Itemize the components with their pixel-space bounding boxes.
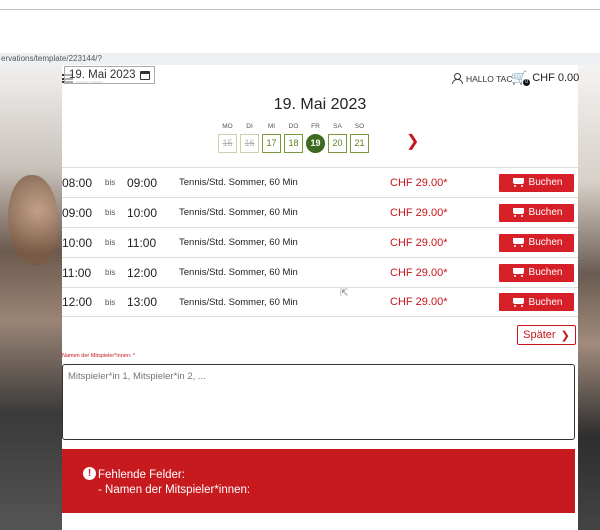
cart-icon <box>511 237 525 248</box>
slot-row: 11:00 bis 12:00 Tennis/Std. Sommer, 60 M… <box>62 257 578 287</box>
book-button[interactable]: Buchen <box>499 203 574 222</box>
slot-bis: bis <box>105 268 116 277</box>
slot-bis: bis <box>105 297 116 307</box>
later-button-label: Später <box>523 329 556 341</box>
slot-end: 11:00 <box>127 235 157 250</box>
date-picker-button[interactable]: 19. Mai 2023 <box>64 66 155 84</box>
day-fr: FR 19 <box>306 122 325 153</box>
slot-price: CHF 29.00* <box>390 176 448 189</box>
date-picker-label: 19. Mai 2023 <box>69 69 136 81</box>
book-button-label: Buchen <box>528 267 563 278</box>
slot-end: 12:00 <box>127 265 158 280</box>
url-bar[interactable]: ervations/template/223144/? <box>0 53 600 65</box>
day-selector: MO 15 DI 16 MI 17 DO 18 FR 19 SA 20 SO 2… <box>218 122 369 153</box>
day-button-selected[interactable]: 19 <box>306 134 325 153</box>
book-button-label: Buchen <box>528 237 563 248</box>
book-button-label: Buchen <box>528 296 563 308</box>
slot-end: 10:00 <box>127 205 158 220</box>
day-di: DI 16 <box>240 122 259 153</box>
slot-start: 11:00 <box>62 265 92 280</box>
exclamation-icon: ! <box>83 467 96 480</box>
day-button[interactable]: 15 <box>218 134 237 153</box>
cart-icon: 🛒 0 <box>511 71 531 86</box>
background-photo-left <box>0 65 62 530</box>
book-button[interactable]: Buchen <box>499 233 574 252</box>
later-button[interactable]: Später ❯ <box>517 325 576 345</box>
slot-price: CHF 29.00* <box>390 236 448 249</box>
slot-price: CHF 29.00* <box>390 266 448 279</box>
slot-start: 09:00 <box>62 205 93 220</box>
players-input[interactable] <box>62 364 575 440</box>
book-button[interactable]: Buchen <box>499 293 574 311</box>
user-name: HALLO TAC <box>466 73 513 84</box>
cart-total: CHF 0.00 <box>532 72 580 84</box>
day-sa: SA 20 <box>328 122 347 153</box>
slot-bis: bis <box>105 208 116 217</box>
day-label: DI <box>246 123 253 130</box>
book-button-label: Buchen <box>528 207 563 218</box>
alert-detail: - Namen der Mitspieler*innen: <box>98 484 251 496</box>
user-menu[interactable]: HALLO TAC <box>451 73 512 84</box>
cart-icon <box>511 177 525 188</box>
book-button[interactable]: Buchen <box>499 263 574 282</box>
day-button[interactable]: 18 <box>284 134 303 153</box>
day-label: FR <box>311 123 320 130</box>
slot-end: 09:00 <box>127 175 158 190</box>
slot-price: CHF 29.00* <box>390 206 448 219</box>
chevron-right-icon: ❯ <box>560 329 570 342</box>
players-field-label: Namen der Mitspieler*innen: * <box>62 353 136 359</box>
day-button[interactable]: 17 <box>262 134 281 153</box>
slot-bis: bis <box>105 238 116 247</box>
page-title: 19. Mai 2023 <box>273 96 367 113</box>
slot-list: 08:00 bis 09:00 Tennis/Std. Sommer, 60 M… <box>62 167 578 317</box>
slot-price: CHF 29.00* <box>390 296 448 308</box>
cart-button[interactable]: 🛒 0 CHF 0.00 <box>511 71 580 86</box>
slot-description: Tennis/Std. Sommer, 60 Min <box>179 237 298 248</box>
mouse-cursor-icon: ⇱ <box>340 288 349 299</box>
user-icon <box>451 73 463 84</box>
background-photo-right <box>578 65 600 530</box>
cart-count-badge: 0 <box>523 79 531 86</box>
day-label: SA <box>333 123 342 130</box>
calendar-icon <box>139 70 150 80</box>
day-label: MI <box>267 123 276 130</box>
slot-start: 12:00 <box>62 295 93 309</box>
slot-end: 13:00 <box>127 295 158 309</box>
slot-row: 09:00 bis 10:00 Tennis/Std. Sommer, 60 M… <box>62 197 578 227</box>
book-button-label: Buchen <box>528 177 563 188</box>
day-do: DO 18 <box>284 122 303 153</box>
book-button[interactable]: Buchen <box>499 173 574 192</box>
slot-description: Tennis/Std. Sommer, 60 Min <box>179 207 298 218</box>
day-button[interactable]: 16 <box>240 134 259 153</box>
slot-row: 10:00 bis 11:00 Tennis/Std. Sommer, 60 M… <box>62 227 578 257</box>
day-so: SO 21 <box>350 122 369 153</box>
cart-icon <box>511 297 525 308</box>
slot-description: Tennis/Std. Sommer, 60 Min <box>179 267 298 278</box>
day-mo: MO 15 <box>218 122 237 153</box>
slot-row: 08:00 bis 09:00 Tennis/Std. Sommer, 60 M… <box>62 167 578 197</box>
day-button[interactable]: 20 <box>328 134 347 153</box>
day-label: MO <box>222 123 233 130</box>
slot-bis: bis <box>105 178 116 187</box>
day-mi: MI 17 <box>262 122 281 153</box>
chevron-right-icon[interactable]: ❯ <box>406 134 419 150</box>
cart-icon <box>511 267 525 278</box>
day-label: SO <box>354 123 365 130</box>
slot-description: Tennis/Std. Sommer, 60 Min <box>179 177 298 188</box>
slot-row: 12:00 bis 13:00 Tennis/Std. Sommer, 60 M… <box>62 287 578 317</box>
alert-title: Fehlende Felder: <box>98 469 185 481</box>
day-label: DO <box>288 123 299 130</box>
browser-top-strip <box>0 0 600 10</box>
slot-start: 10:00 <box>62 235 93 250</box>
day-button[interactable]: 21 <box>350 134 369 153</box>
cart-icon <box>511 207 525 218</box>
slot-description: Tennis/Std. Sommer, 60 Min <box>179 296 298 308</box>
missing-fields-alert: ! Fehlende Felder: - Namen der Mitspiele… <box>62 449 575 513</box>
slot-start: 08:00 <box>62 175 93 190</box>
